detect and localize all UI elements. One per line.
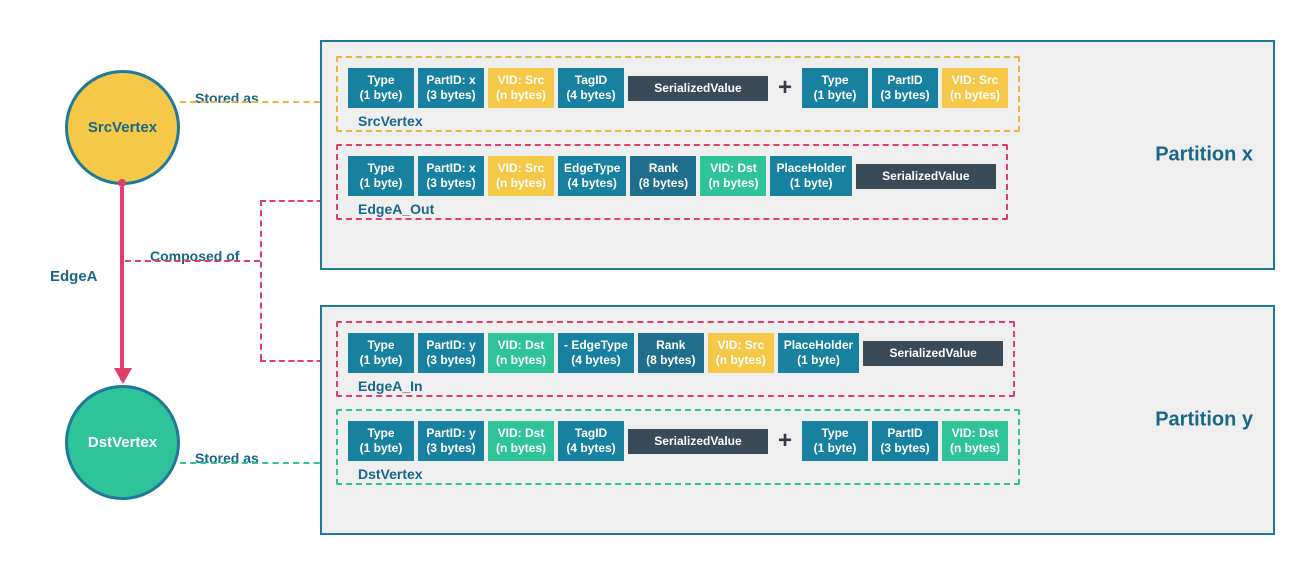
edge-label: EdgeA — [50, 268, 98, 285]
group-edge-in-label: EdgeA_In — [354, 378, 427, 394]
box-partid-y: PartID: y(3 bytes) — [418, 333, 484, 373]
group-src-vertex: Type(1 byte) PartID: x(3 bytes) VID: Src… — [336, 56, 1020, 132]
box-servalue: SerializedValue — [863, 341, 1003, 366]
box-rank: Rank(8 bytes) — [630, 156, 696, 196]
partition-y-title: Partition y — [1155, 409, 1253, 432]
box-vid-dst-2: VID: Dst(n bytes) — [942, 421, 1008, 461]
dst-vertex-label: DstVertex — [88, 434, 157, 451]
box-placeholder: PlaceHolder(1 byte) — [778, 333, 859, 373]
connector-dst-stored — [180, 462, 330, 464]
box-edgetype: EdgeType(4 bytes) — [558, 156, 626, 196]
group-edge-in: Type(1 byte) PartID: y(3 bytes) VID: Dst… — [336, 321, 1015, 397]
box-partid-x: PartID: x(3 bytes) — [418, 68, 484, 108]
box-vid-dst: VID: Dst(n bytes) — [700, 156, 766, 196]
box-partid-y: PartID: y(3 bytes) — [418, 421, 484, 461]
box-vid-dst: VID: Dst(n bytes) — [488, 333, 554, 373]
partition-x-title: Partition x — [1155, 144, 1253, 167]
box-vid-src: VID: Src(n bytes) — [708, 333, 774, 373]
diagram-canvas: SrcVertex EdgeA DstVertex Stored as Comp… — [30, 30, 1280, 535]
connector-edge-base — [125, 260, 260, 262]
edge-arrow — [120, 187, 124, 380]
group-dst-vertex: Type(1 byte) PartID: y(3 bytes) VID: Dst… — [336, 409, 1020, 485]
partition-x: Partition x Type(1 byte) PartID: x(3 byt… — [320, 40, 1275, 270]
box-tagid: TagID(4 bytes) — [558, 421, 624, 461]
group-src-vertex-label: SrcVertex — [354, 113, 427, 129]
box-vid-src: VID: Src(n bytes) — [488, 156, 554, 196]
partition-y: Partition y Type(1 byte) PartID: y(3 byt… — [320, 305, 1275, 535]
box-partid-x: PartID: x(3 bytes) — [418, 156, 484, 196]
connector-src-stored — [180, 101, 330, 103]
box-placeholder: PlaceHolder(1 byte) — [770, 156, 851, 196]
src-vertex-node: SrcVertex — [65, 70, 180, 185]
box-vid-src-2: VID: Src(n bytes) — [942, 68, 1008, 108]
plus-icon: + — [778, 74, 792, 102]
dst-vertex-node: DstVertex — [65, 385, 180, 500]
box-servalue: SerializedValue — [856, 164, 996, 189]
box-rank: Rank(8 bytes) — [638, 333, 704, 373]
box-type: Type(1 byte) — [348, 156, 414, 196]
box-vid-src: VID: Src(n bytes) — [488, 68, 554, 108]
box-type: Type(1 byte) — [348, 333, 414, 373]
plus-icon: + — [778, 427, 792, 455]
box-tagid: TagID(4 bytes) — [558, 68, 624, 108]
box-partid: PartID(3 bytes) — [872, 421, 938, 461]
box-type-2: Type(1 byte) — [802, 421, 868, 461]
relation-stored-as-src: Stored as — [195, 90, 259, 106]
src-vertex-label: SrcVertex — [88, 119, 157, 136]
box-neg-edgetype: - EdgeType(4 bytes) — [558, 333, 634, 373]
box-servalue: SerializedValue — [628, 429, 768, 454]
group-dst-vertex-label: DstVertex — [354, 466, 427, 482]
box-servalue: SerializedValue — [628, 76, 768, 101]
connector-edge-vert — [260, 200, 262, 360]
group-edge-out: Type(1 byte) PartID: x(3 bytes) VID: Src… — [336, 144, 1008, 220]
box-type-2: Type(1 byte) — [802, 68, 868, 108]
box-type: Type(1 byte) — [348, 68, 414, 108]
box-vid-dst: VID: Dst(n bytes) — [488, 421, 554, 461]
box-partid: PartID(3 bytes) — [872, 68, 938, 108]
box-type: Type(1 byte) — [348, 421, 414, 461]
group-edge-out-label: EdgeA_Out — [354, 201, 438, 217]
